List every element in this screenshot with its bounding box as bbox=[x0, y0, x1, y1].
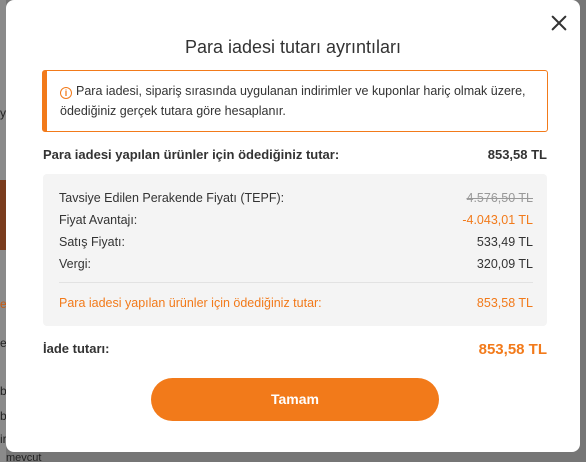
divider bbox=[59, 282, 533, 283]
confirm-button[interactable]: Tamam bbox=[151, 378, 439, 421]
info-circle-icon: i bbox=[60, 87, 72, 99]
info-text: Para iadesi, sipariş sırasında uygulanan… bbox=[60, 84, 526, 118]
refund-total-label: İade tutarı: bbox=[43, 341, 110, 356]
refund-total-value: 853,58 TL bbox=[478, 341, 547, 358]
breakdown-value: 4.576,50 TL bbox=[466, 191, 534, 205]
breakdown-row-tepf: Tavsiye Edilen Perakende Fiyatı (TEPF): … bbox=[59, 191, 533, 205]
refund-total-row: İade tutarı: 853,58 TL bbox=[43, 341, 547, 358]
breakdown-summary-label: Para iadesi yapılan ürünler için ödediği… bbox=[59, 296, 322, 310]
modal-title: Para iadesi tutarı ayrıntıları bbox=[184, 37, 402, 57]
background-text: mevcut bbox=[6, 452, 42, 462]
breakdown-value: 533,49 TL bbox=[476, 235, 533, 249]
breakdown-row-sale-price: Satış Fiyatı: 533,49 TL bbox=[59, 235, 533, 249]
paid-amount-value: 853,58 TL bbox=[487, 147, 547, 162]
breakdown-label: Vergi: bbox=[59, 257, 91, 271]
breakdown-summary-row: Para iadesi yapılan ürünler için ödediği… bbox=[59, 296, 533, 310]
breakdown-label: Tavsiye Edilen Perakende Fiyatı (TEPF): bbox=[59, 191, 285, 205]
paid-amount-label: Para iadesi yapılan ürünler için ödediği… bbox=[43, 147, 340, 162]
refund-details-modal: Para iadesi tutarı ayrıntıları i Para iad… bbox=[6, 0, 580, 452]
close-icon[interactable] bbox=[550, 14, 568, 32]
price-breakdown-panel: Tavsiye Edilen Perakende Fiyatı (TEPF): … bbox=[43, 174, 547, 326]
breakdown-label: Satış Fiyatı: bbox=[59, 235, 125, 249]
info-notice: i Para iadesi, sipariş sırasında uygulana… bbox=[42, 70, 548, 132]
breakdown-row-tax: Vergi: 320,09 TL bbox=[59, 257, 533, 271]
breakdown-value: 320,09 TL bbox=[476, 257, 533, 271]
breakdown-row-price-advantage: Fiyat Avantajı: -4.043,01 TL bbox=[59, 213, 533, 227]
paid-amount-row: Para iadesi yapılan ürünler için ödediği… bbox=[43, 147, 547, 162]
breakdown-summary-value: 853,58 TL bbox=[476, 296, 533, 310]
breakdown-value: -4.043,01 TL bbox=[462, 213, 533, 227]
breakdown-label: Fiyat Avantajı: bbox=[59, 213, 138, 227]
